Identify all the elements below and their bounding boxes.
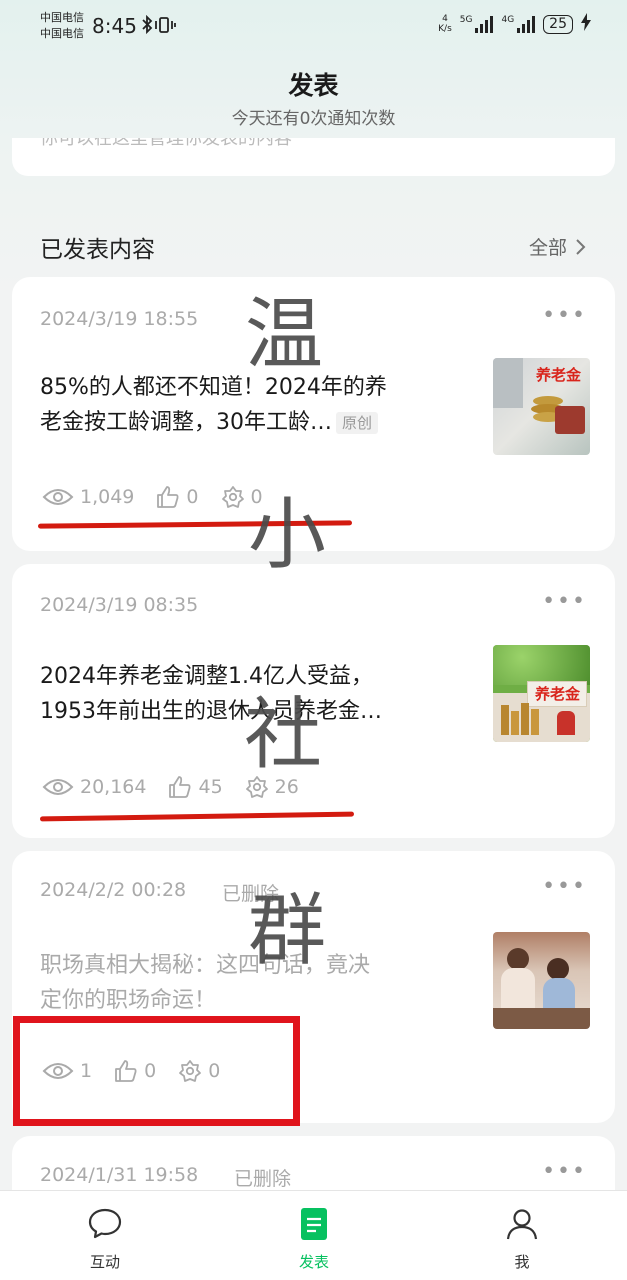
bottom-nav: 互动 发表 我 bbox=[0, 1190, 627, 1280]
net-speed: 4 K/s bbox=[438, 14, 452, 34]
signal-4g-icon: 4G bbox=[501, 15, 536, 33]
page-title: 发表 bbox=[288, 71, 339, 100]
post-date: 2024/1/31 19:58 bbox=[40, 1164, 199, 1186]
top-card-text: 你可以在这里管理你发表的内容 bbox=[40, 138, 292, 149]
top-card: 你可以在这里管理你发表的内容 bbox=[12, 138, 615, 176]
original-badge: 原创 bbox=[336, 412, 379, 434]
post-thumbnail[interactable]: 养老金 bbox=[493, 358, 590, 455]
section-title: 已发表内容 bbox=[40, 237, 155, 263]
view-count: 20,164 bbox=[80, 776, 147, 798]
like-count: 45 bbox=[198, 776, 223, 798]
watermark-char: 温 bbox=[245, 290, 324, 380]
nav-item-me[interactable]: 我 bbox=[472, 1207, 572, 1272]
bluetooth-vibrate-icon bbox=[140, 14, 182, 39]
battery-indicator: 25 bbox=[543, 14, 573, 34]
more-options-icon[interactable]: ••• bbox=[542, 1159, 587, 1184]
thumbs-up-icon bbox=[157, 486, 179, 508]
signal-5g-icon: 5G bbox=[460, 15, 494, 33]
view-all-link[interactable]: 全部 bbox=[529, 233, 587, 260]
more-options-icon[interactable]: ••• bbox=[542, 874, 587, 899]
deleted-status: 已删除 bbox=[234, 1168, 292, 1190]
watermark-char: 社 bbox=[244, 690, 323, 780]
post-date: 2024/3/19 18:55 bbox=[40, 308, 199, 330]
status-bar: 中国电信 中国电信 8:45 4 K/s 5G 4G 25 bbox=[0, 0, 627, 52]
chevron-right-icon bbox=[576, 239, 586, 255]
post-date: 2024/3/19 08:35 bbox=[40, 594, 199, 616]
eye-icon bbox=[42, 779, 74, 795]
post-thumbnail[interactable] bbox=[493, 932, 590, 1029]
post-thumbnail[interactable]: 养老金 bbox=[493, 645, 590, 742]
like-count: 0 bbox=[186, 486, 199, 508]
thumbs-up-icon bbox=[169, 776, 191, 798]
nav-item-interact[interactable]: 互动 bbox=[55, 1207, 155, 1272]
document-icon bbox=[301, 1208, 327, 1240]
view-count: 1,049 bbox=[80, 486, 135, 508]
carrier-labels: 中国电信 中国电信 bbox=[40, 10, 84, 42]
carrier-1: 中国电信 bbox=[40, 11, 84, 24]
nav-item-publish[interactable]: 发表 bbox=[264, 1207, 364, 1272]
red-box-annotation bbox=[13, 1016, 300, 1126]
status-right: 4 K/s 5G 4G 25 bbox=[438, 13, 591, 35]
more-options-icon[interactable]: ••• bbox=[542, 303, 587, 328]
person-icon bbox=[506, 1209, 538, 1240]
clock: 8:45 bbox=[92, 14, 137, 38]
eye-icon bbox=[42, 489, 74, 505]
charging-icon bbox=[581, 13, 591, 35]
watermark-char: 小 bbox=[248, 490, 327, 580]
chat-bubble-icon bbox=[88, 1208, 122, 1239]
watermark-char: 群 bbox=[248, 886, 327, 976]
more-options-icon[interactable]: ••• bbox=[542, 589, 587, 614]
share-star-icon bbox=[221, 486, 244, 508]
post-date: 2024/2/2 00:28 bbox=[40, 879, 187, 901]
notification-count-text: 今天还有0次通知次数 bbox=[231, 109, 396, 129]
carrier-2: 中国电信 bbox=[40, 27, 84, 40]
